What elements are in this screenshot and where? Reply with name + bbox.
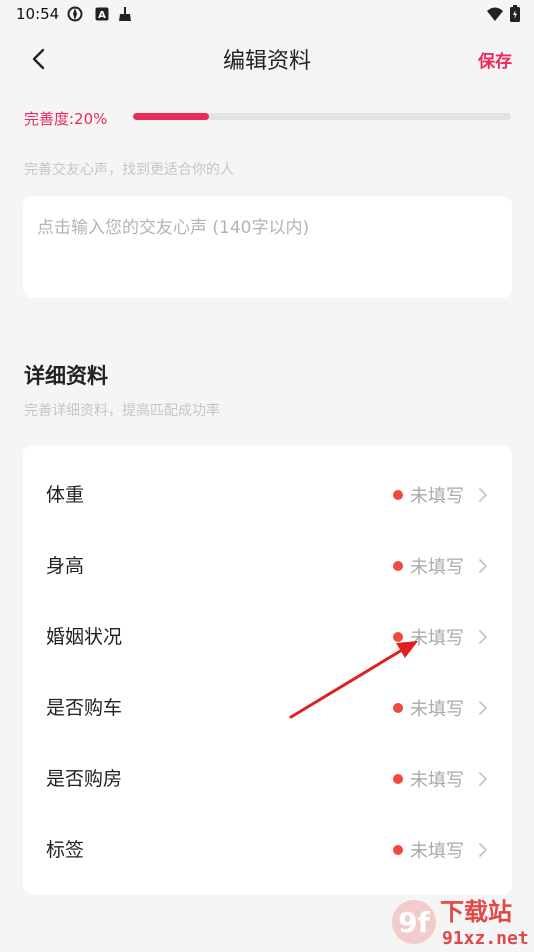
detail-row-label: 身高	[46, 555, 85, 577]
detail-row-value: 未填写	[393, 482, 490, 508]
details-list-card: 体重 未填写 身高 未填写 婚姻状况 未填写 是否购车 未填写 是否购房 未填写…	[23, 445, 512, 895]
unfilled-dot-icon	[393, 490, 403, 500]
unfilled-dot-icon	[393, 845, 403, 855]
motto-input[interactable]	[23, 196, 512, 298]
detail-row-house[interactable]: 是否购房 未填写	[23, 742, 512, 813]
detail-row-marital-status[interactable]: 婚姻状况 未填写	[23, 600, 512, 671]
unfilled-dot-icon	[393, 703, 403, 713]
chevron-right-icon	[479, 488, 487, 502]
wifi-icon	[487, 7, 503, 21]
detail-row-status: 未填写	[410, 770, 464, 791]
detail-row-status: 未填写	[410, 841, 464, 862]
chevron-right-icon	[479, 630, 487, 644]
detail-row-tags[interactable]: 标签 未填写	[23, 813, 512, 884]
detail-row-status: 未填写	[410, 486, 464, 507]
status-bar: 10:54 A	[0, 0, 534, 28]
detail-row-label: 体重	[46, 484, 85, 506]
unfilled-dot-icon	[393, 632, 403, 642]
detail-row-car[interactable]: 是否购车 未填写	[23, 671, 512, 742]
top-app-bar: 编辑资料 保存	[0, 28, 534, 90]
detail-row-status: 未填写	[410, 699, 464, 720]
detail-row-value: 未填写	[393, 553, 490, 579]
detail-row-weight[interactable]: 体重 未填写	[23, 458, 512, 529]
unfilled-dot-icon	[393, 774, 403, 784]
svg-text:91xz.net: 91xz.net	[442, 928, 529, 949]
details-section-subtitle: 完善详细资料，提高匹配成功率	[24, 403, 220, 419]
broom-icon	[119, 7, 131, 21]
edit-profile-screen: 10:54 A 编辑资料 保存 完善度:20% 完善交友心声，找到更适合你的人 …	[0, 0, 534, 952]
detail-row-label: 是否购房	[46, 768, 123, 790]
motto-hint: 完善交友心声，找到更适合你的人	[24, 162, 234, 178]
site-watermark-logo-icon: 9f 下载站 91xz.net	[392, 898, 529, 949]
settings-sync-icon	[67, 6, 83, 22]
status-right-icons	[486, 5, 520, 22]
completion-progress-fill	[133, 113, 209, 120]
detail-row-value: 未填写	[393, 695, 490, 721]
detail-row-label: 婚姻状况	[46, 626, 123, 648]
chevron-right-icon	[479, 701, 487, 715]
completion-progress-bar	[133, 113, 511, 120]
detail-row-label: 是否购车	[46, 697, 123, 719]
page-title: 编辑资料	[222, 49, 311, 74]
svg-text:9f: 9f	[398, 906, 430, 939]
svg-text:下载站: 下载站	[440, 898, 512, 926]
battery-icon	[510, 5, 520, 22]
save-button[interactable]: 保存	[478, 47, 512, 72]
detail-row-status: 未填写	[410, 628, 464, 649]
detail-row-status: 未填写	[410, 557, 464, 578]
detail-row-value: 未填写	[393, 624, 490, 650]
a-box-icon: A	[95, 7, 109, 21]
completion-label: 完善度:20%	[24, 110, 108, 128]
detail-row-value: 未填写	[393, 766, 490, 792]
chevron-right-icon	[479, 772, 487, 786]
chevron-right-icon	[479, 559, 487, 573]
detail-row-height[interactable]: 身高 未填写	[23, 529, 512, 600]
motto-input-box[interactable]	[23, 196, 512, 298]
chevron-right-icon	[479, 843, 487, 857]
unfilled-dot-icon	[393, 561, 403, 571]
detail-row-label: 标签	[46, 839, 85, 861]
svg-text:A: A	[98, 10, 106, 21]
details-section-title: 详细资料	[24, 364, 108, 388]
status-time: 10:54	[16, 5, 60, 23]
detail-row-value: 未填写	[393, 837, 490, 863]
